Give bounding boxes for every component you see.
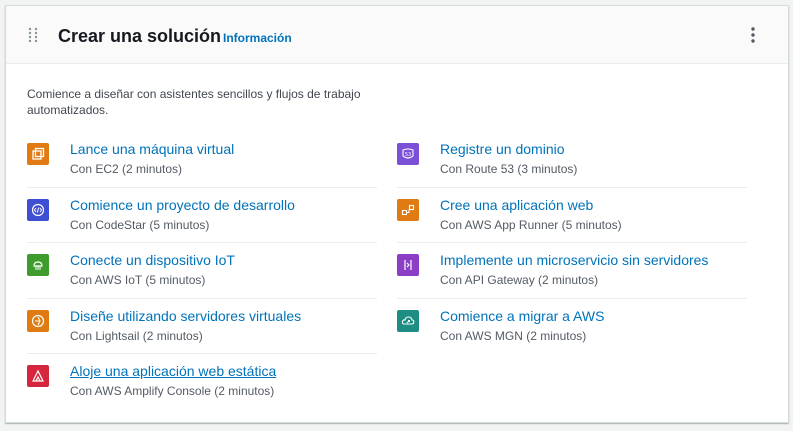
solution-subtitle-app-runner: Con AWS App Runner (5 minutos)	[440, 217, 622, 232]
codestar-icon	[27, 198, 49, 221]
solutions-left-column: Lance una máquina virtual Con EC2 (2 min…	[27, 132, 377, 410]
solution-subtitle-api-gateway: Con API Gateway (2 minutos)	[440, 273, 599, 287]
create-solution-panel: Crear una solución Información Comience …	[5, 5, 789, 423]
solution-link-ec2[interactable]: Lance una máquina virtual	[70, 140, 234, 158]
solution-subtitle-mgn: Con AWS MGN (2 minutos)	[440, 328, 587, 343]
solution-link-lightsail[interactable]: Diseñe utilizando servidores virtuales	[70, 307, 301, 325]
ec2-icon	[27, 143, 49, 165]
solution-link-iot[interactable]: Conecte un dispositivo IoT	[70, 251, 235, 269]
info-link[interactable]: Información	[223, 31, 292, 45]
solution-subtitle-ec2: Con EC2 (2 minutos)	[70, 162, 183, 176]
solution-subtitle-amplify: Con AWS Amplify Console (2 minutos)	[70, 384, 275, 398]
lightsail-icon	[27, 309, 49, 332]
solution-subtitle-iot: Con AWS IoT (5 minutos)	[70, 273, 206, 287]
solution-item-codestar: Comience un proyecto de desarrollo Con C…	[27, 188, 377, 243]
solution-item-iot: Conecte un dispositivo IoT Con AWS IoT (…	[27, 243, 377, 299]
solutions-right-column: 53 Registre un dominio Con Route 53 (3 m…	[397, 132, 747, 354]
solution-link-app-runner[interactable]: Cree una aplicación web	[440, 196, 593, 214]
route53-icon: 53	[397, 143, 419, 165]
solution-item-mgn: Comience a migrar a AWS Con AWS MGN (2 m…	[397, 299, 747, 355]
panel-description: Comience a diseñar con asistentes sencil…	[27, 87, 361, 117]
iot-icon	[27, 254, 49, 276]
solution-item-lightsail: Diseñe utilizando servidores virtuales C…	[27, 299, 377, 354]
more-options-button[interactable]	[746, 24, 760, 46]
panel-header: Crear una solución Información	[6, 6, 788, 64]
drag-handle-icon[interactable]	[28, 27, 38, 43]
solution-item-api-gateway: Implemente un microservicio sin servidor…	[397, 243, 747, 299]
panel-title: Crear una solución	[58, 26, 222, 46]
vertical-ellipsis-icon	[751, 27, 755, 43]
mgn-icon	[397, 309, 419, 332]
solution-link-amplify[interactable]: Aloje una aplicación web estática	[70, 362, 276, 380]
solution-item-amplify: Aloje una aplicación web estática Con AW…	[27, 354, 377, 410]
solution-link-api-gateway[interactable]: Implemente un microservicio sin servidor…	[440, 251, 708, 269]
svg-text:53: 53	[405, 152, 411, 158]
solution-link-route53[interactable]: Registre un dominio	[440, 140, 565, 158]
solution-link-mgn[interactable]: Comience a migrar a AWS	[440, 307, 604, 325]
solution-item-app-runner: Cree una aplicación web Con AWS App Runn…	[397, 188, 747, 243]
api-gateway-icon	[397, 254, 419, 276]
app-runner-icon	[397, 198, 419, 221]
solution-item-ec2: Lance una máquina virtual Con EC2 (2 min…	[27, 132, 377, 188]
solution-link-codestar[interactable]: Comience un proyecto de desarrollo	[70, 196, 295, 214]
amplify-icon	[27, 365, 49, 387]
solution-subtitle-route53: Con Route 53 (3 minutos)	[440, 162, 578, 176]
solution-subtitle-lightsail: Con Lightsail (2 minutos)	[70, 328, 203, 343]
solution-subtitle-codestar: Con CodeStar (5 minutos)	[70, 217, 210, 232]
solution-item-route53: 53 Registre un dominio Con Route 53 (3 m…	[397, 132, 747, 188]
